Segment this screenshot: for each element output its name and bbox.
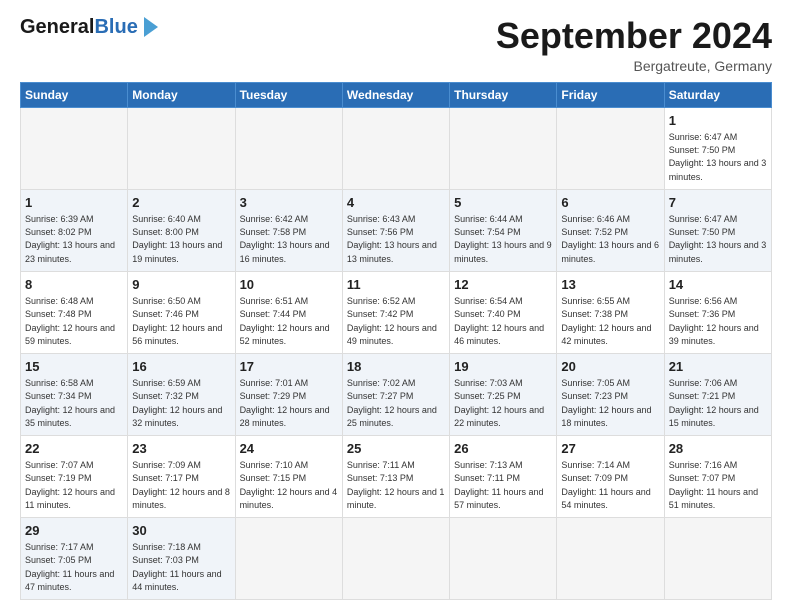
col-thursday: Thursday — [450, 82, 557, 107]
header: GeneralBlue September 2024 Bergatreute, … — [20, 16, 772, 74]
logo-icon — [144, 17, 158, 37]
table-row — [128, 107, 235, 189]
col-friday: Friday — [557, 82, 664, 107]
table-row: 12Sunrise: 6:54 AMSunset: 7:40 PMDayligh… — [450, 271, 557, 353]
table-row: 19Sunrise: 7:03 AMSunset: 7:25 PMDayligh… — [450, 353, 557, 435]
table-row — [450, 517, 557, 599]
table-row: 28Sunrise: 7:16 AMSunset: 7:07 PMDayligh… — [664, 435, 771, 517]
table-row — [342, 107, 449, 189]
table-row — [235, 517, 342, 599]
table-row: 24Sunrise: 7:10 AMSunset: 7:15 PMDayligh… — [235, 435, 342, 517]
table-row: 5Sunrise: 6:44 AMSunset: 7:54 PMDaylight… — [450, 189, 557, 271]
table-row: 17Sunrise: 7:01 AMSunset: 7:29 PMDayligh… — [235, 353, 342, 435]
table-row — [450, 107, 557, 189]
table-row: 18Sunrise: 7:02 AMSunset: 7:27 PMDayligh… — [342, 353, 449, 435]
calendar-header-row: Sunday Monday Tuesday Wednesday Thursday… — [21, 82, 772, 107]
calendar-week-row: 8Sunrise: 6:48 AMSunset: 7:48 PMDaylight… — [21, 271, 772, 353]
table-row — [557, 517, 664, 599]
table-row: 2Sunrise: 6:40 AMSunset: 8:00 PMDaylight… — [128, 189, 235, 271]
table-row: 25Sunrise: 7:11 AMSunset: 7:13 PMDayligh… — [342, 435, 449, 517]
table-row: 14Sunrise: 6:56 AMSunset: 7:36 PMDayligh… — [664, 271, 771, 353]
location-subtitle: Bergatreute, Germany — [496, 58, 772, 74]
table-row: 16Sunrise: 6:59 AMSunset: 7:32 PMDayligh… — [128, 353, 235, 435]
calendar-week-row: 1Sunrise: 6:39 AMSunset: 8:02 PMDaylight… — [21, 189, 772, 271]
table-row: 6Sunrise: 6:46 AMSunset: 7:52 PMDaylight… — [557, 189, 664, 271]
table-row — [557, 107, 664, 189]
page: GeneralBlue September 2024 Bergatreute, … — [0, 0, 792, 612]
table-row: 30Sunrise: 7:18 AMSunset: 7:03 PMDayligh… — [128, 517, 235, 599]
table-row: 7Sunrise: 6:47 AMSunset: 7:50 PMDaylight… — [664, 189, 771, 271]
table-row: 29Sunrise: 7:17 AMSunset: 7:05 PMDayligh… — [21, 517, 128, 599]
table-row: 10Sunrise: 6:51 AMSunset: 7:44 PMDayligh… — [235, 271, 342, 353]
title-block: September 2024 Bergatreute, Germany — [496, 16, 772, 74]
table-row: 9Sunrise: 6:50 AMSunset: 7:46 PMDaylight… — [128, 271, 235, 353]
table-row: 8Sunrise: 6:48 AMSunset: 7:48 PMDaylight… — [21, 271, 128, 353]
table-row: 20Sunrise: 7:05 AMSunset: 7:23 PMDayligh… — [557, 353, 664, 435]
table-row: 3Sunrise: 6:42 AMSunset: 7:58 PMDaylight… — [235, 189, 342, 271]
col-monday: Monday — [128, 82, 235, 107]
table-row — [342, 517, 449, 599]
logo: GeneralBlue — [20, 16, 158, 39]
table-row: 1Sunrise: 6:39 AMSunset: 8:02 PMDaylight… — [21, 189, 128, 271]
table-row: 27Sunrise: 7:14 AMSunset: 7:09 PMDayligh… — [557, 435, 664, 517]
table-row: 22Sunrise: 7:07 AMSunset: 7:19 PMDayligh… — [21, 435, 128, 517]
logo-text: GeneralBlue — [20, 16, 138, 39]
table-row: 15Sunrise: 6:58 AMSunset: 7:34 PMDayligh… — [21, 353, 128, 435]
col-sunday: Sunday — [21, 82, 128, 107]
table-row — [235, 107, 342, 189]
col-tuesday: Tuesday — [235, 82, 342, 107]
table-row — [664, 517, 771, 599]
calendar-week-row: 22Sunrise: 7:07 AMSunset: 7:19 PMDayligh… — [21, 435, 772, 517]
col-saturday: Saturday — [664, 82, 771, 107]
table-row: 1Sunrise: 6:47 AMSunset: 7:50 PMDaylight… — [664, 107, 771, 189]
calendar-week-row: 15Sunrise: 6:58 AMSunset: 7:34 PMDayligh… — [21, 353, 772, 435]
calendar-table: Sunday Monday Tuesday Wednesday Thursday… — [20, 82, 772, 600]
col-wednesday: Wednesday — [342, 82, 449, 107]
month-title: September 2024 — [496, 16, 772, 56]
table-row: 4Sunrise: 6:43 AMSunset: 7:56 PMDaylight… — [342, 189, 449, 271]
table-row: 23Sunrise: 7:09 AMSunset: 7:17 PMDayligh… — [128, 435, 235, 517]
table-row: 26Sunrise: 7:13 AMSunset: 7:11 PMDayligh… — [450, 435, 557, 517]
table-row: 13Sunrise: 6:55 AMSunset: 7:38 PMDayligh… — [557, 271, 664, 353]
calendar-week-row: 29Sunrise: 7:17 AMSunset: 7:05 PMDayligh… — [21, 517, 772, 599]
table-row: 21Sunrise: 7:06 AMSunset: 7:21 PMDayligh… — [664, 353, 771, 435]
calendar-week-row: 1Sunrise: 6:47 AMSunset: 7:50 PMDaylight… — [21, 107, 772, 189]
table-row — [21, 107, 128, 189]
table-row: 11Sunrise: 6:52 AMSunset: 7:42 PMDayligh… — [342, 271, 449, 353]
